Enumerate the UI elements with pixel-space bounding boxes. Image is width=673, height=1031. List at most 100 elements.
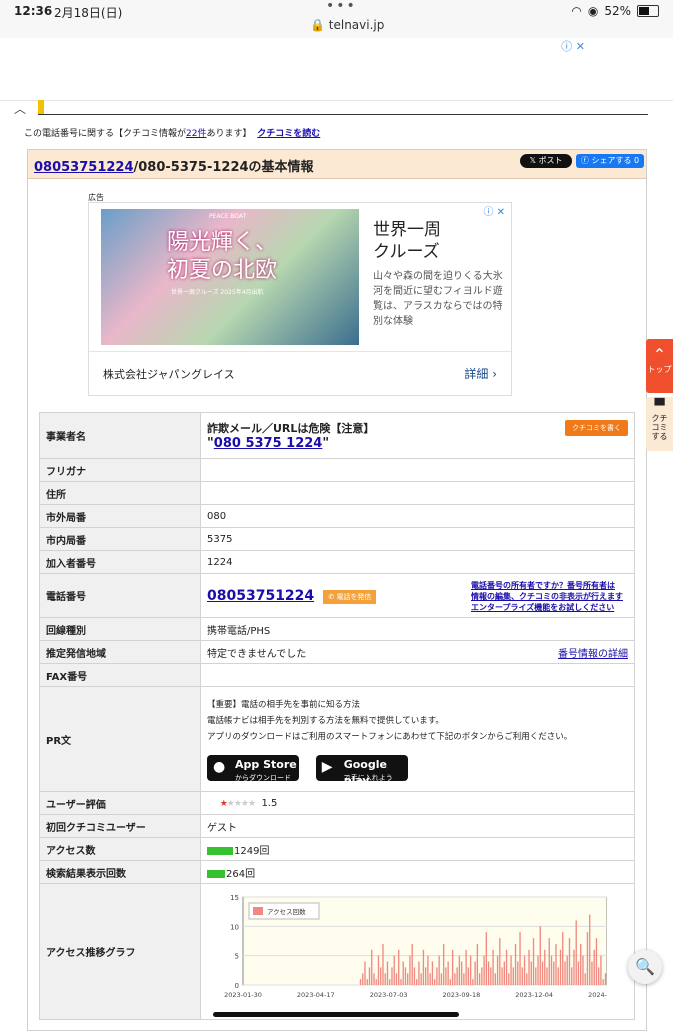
ad-image-title-line1: 陽光輝く、 [167, 230, 278, 255]
chart-bar [416, 979, 418, 985]
store-buttons: ● App Store からダウンロード ▶ Google play で手に入れよう [207, 755, 628, 787]
chart-bar [582, 955, 584, 985]
business-cell: 詐欺メール／URLは危険【注意】 "080 5375 1224" クチコミを書く [200, 412, 635, 459]
chart-bar [530, 961, 532, 985]
url-bar[interactable]: 🔒 telnavi.jp [310, 18, 384, 32]
x-post-button[interactable]: 𝕏 ポスト [520, 154, 572, 168]
ad-info-close-icon[interactable]: ⓘ ✕ [483, 203, 505, 218]
y-tick-label: 0 [235, 982, 239, 990]
x-tick-label: 2023-07-03 [370, 991, 408, 999]
row-value: 5375 [200, 527, 635, 551]
chart-bar [564, 961, 566, 985]
ad-headline[interactable]: 世界一周 クルーズ [373, 219, 441, 263]
ad-image-title: 陽光輝く、初夏の北欧 [167, 229, 277, 285]
owner-line[interactable]: エンタープライズ機能をお試しください [471, 602, 623, 613]
chart-bar [456, 967, 458, 985]
chart-bar [496, 955, 499, 985]
ad-footer[interactable]: 株式会社ジャパングレイス 詳細 › [89, 351, 511, 396]
chart-bar [460, 961, 463, 985]
row-label: 加入者番号 [39, 550, 201, 574]
legend-swatch [253, 907, 263, 915]
access-bar [207, 846, 233, 855]
ad-detail-button[interactable]: 詳細 › [464, 365, 497, 382]
ad-image-title-line2: 初夏の北欧 [167, 258, 278, 283]
status-bar: 12:36 2月18日(日) ••• 🔒 telnavi.jp ◠ ◉ 52% [0, 0, 673, 38]
chart-bar [418, 961, 420, 985]
chart-bar [559, 949, 562, 985]
x-tick-label: 2024-02-19 [588, 991, 607, 999]
chart-bar [584, 973, 586, 985]
collapse-chevron-icon[interactable]: ︿ [8, 100, 32, 118]
play-icon: ▶ [321, 759, 333, 775]
chart-bar [458, 955, 461, 985]
access-value: 1249回 [234, 845, 270, 857]
legend-label: アクセス回数 [267, 907, 306, 916]
chart-bar [481, 967, 483, 985]
owner-line[interactable]: 情報の編集、クチコミの非表示が行えます [471, 591, 623, 602]
search-fab-icon[interactable]: 🔍 [628, 950, 662, 984]
chart-bar [602, 979, 604, 985]
phone-number-link[interactable]: 08053751224 [207, 588, 314, 604]
chart-bar [523, 955, 526, 985]
scroll-top-button[interactable]: ⌃ トップ [646, 339, 673, 393]
chevron-up-icon: ⌃ [652, 345, 667, 364]
display-ad[interactable]: PEACE BOAT 陽光輝く、 初夏の北欧 世界一周クルーズ 2025年4月出航… [88, 202, 512, 396]
chart-bar [541, 961, 544, 985]
google-play-button[interactable]: ▶ Google play で手に入れよう [315, 755, 408, 787]
chart-bar [476, 943, 479, 985]
chart-bar [553, 961, 555, 985]
row-label: 市外局番 [39, 504, 201, 528]
facebook-share-button[interactable]: ⓕ シェアする 0 [576, 154, 644, 168]
chart-bar [501, 967, 503, 985]
chart-bar [521, 967, 523, 985]
owner-notice[interactable]: 電話番号の所有者ですか？番号所有者は 情報の編集、クチコミの非表示が行えます エ… [471, 580, 623, 613]
row-label: PR文 [39, 686, 201, 792]
number-link[interactable]: 08053751224 [34, 160, 134, 175]
table-row: FAX番号 [39, 663, 635, 687]
chart-bar [539, 926, 541, 985]
chart-bar [514, 943, 517, 985]
chart-bar [400, 979, 402, 985]
business-number-link[interactable]: 080 5375 1224 [214, 436, 323, 451]
chart-bar [411, 943, 413, 985]
pr-line: 電話帳ナビは相手先を判別する方法を無料で提供しています。 [207, 716, 444, 726]
chart-bar [431, 961, 434, 985]
ad-close-icon[interactable]: ⓘ ✕ [561, 38, 585, 54]
chart-bar [505, 949, 508, 985]
top-ad-banner[interactable]: ⓘ ✕ [0, 38, 673, 101]
chart-bar [490, 967, 492, 985]
apple-icon: ● [213, 759, 226, 775]
more-dots-icon[interactable]: ••• [326, 0, 357, 14]
home-indicator[interactable] [213, 1012, 459, 1017]
ad-image[interactable]: PEACE BOAT 陽光輝く、 初夏の北欧 世界一周クルーズ 2025年4月出航 [101, 209, 359, 345]
chart-bar [440, 973, 443, 985]
owner-line[interactable]: 電話番号の所有者ですか？番号所有者は [471, 580, 623, 591]
call-button[interactable]: ✆ 電話を発信 [323, 589, 377, 604]
ad-headline-line2: クルーズ [373, 242, 440, 262]
chart-bar [562, 932, 564, 985]
google-play-sub: で手に入れよう [343, 774, 393, 782]
row-label: フリガナ [39, 458, 201, 482]
read-kuchicomi-link[interactable]: クチコミを読む [257, 129, 320, 139]
chart-bar [465, 949, 467, 985]
write-kuchicomi-button[interactable]: クチコミを書く [565, 420, 628, 436]
row-value: 080 [200, 504, 635, 528]
kuchicomi-side-button[interactable]: ▀ クチ コミ する [646, 397, 673, 451]
search-cell: 264回 [200, 860, 635, 884]
chart-bar [409, 955, 411, 985]
chart-bar [494, 973, 497, 985]
kuchicomi-count-link[interactable]: 22件 [186, 129, 206, 139]
chevron-right-icon: › [492, 367, 497, 381]
side-char: コ [651, 423, 660, 432]
y-tick-label: 10 [230, 923, 239, 931]
chart-bar [487, 961, 490, 985]
search-bar [207, 869, 225, 878]
pr-cell: 【重要】電話の相手先を事前に知る方法 電話帳ナビは相手先を判別する方法を無料で提… [200, 686, 635, 792]
chart-bar [571, 967, 573, 985]
x-tick-label: 2023-09-18 [443, 991, 481, 999]
rating-cell: ★★★★★ 1.5 [200, 791, 635, 815]
number-detail-link[interactable]: 番号情報の詳細 [558, 645, 628, 660]
chart-bar [407, 973, 409, 985]
app-store-button[interactable]: ● App Store からダウンロード [207, 755, 299, 782]
clock: 12:36 [14, 4, 53, 18]
